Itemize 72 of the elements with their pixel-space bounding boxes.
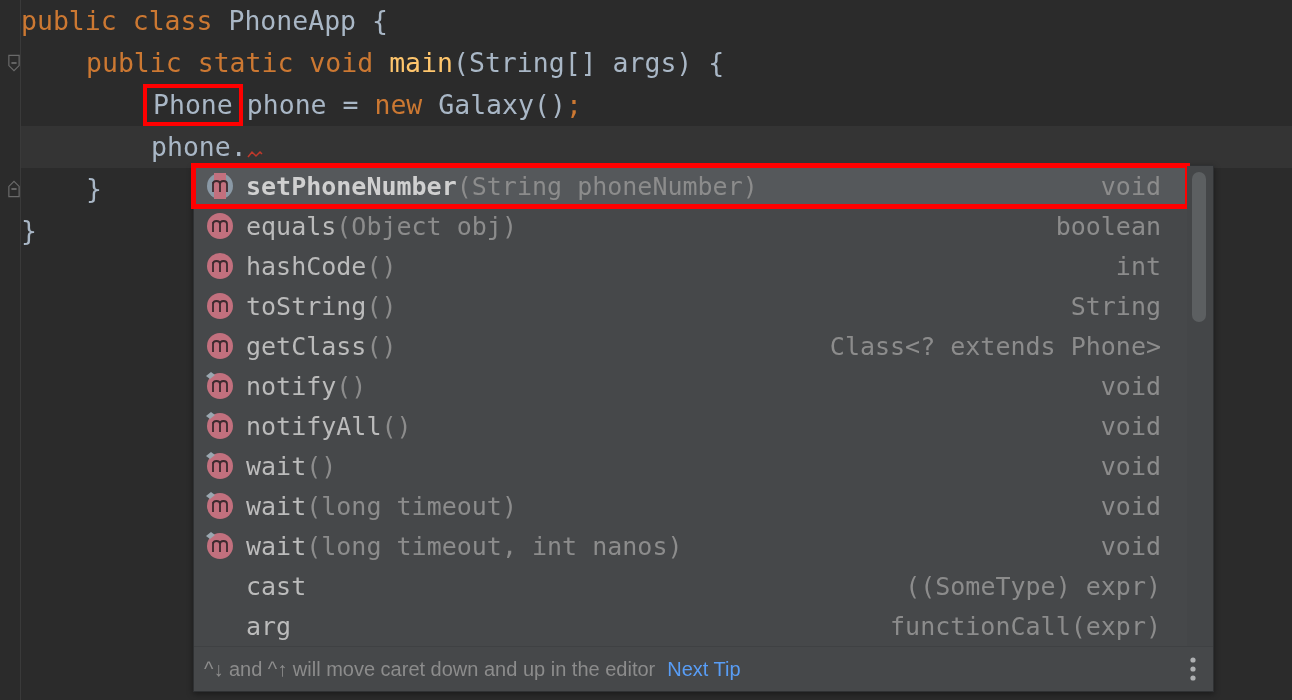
return-type: Class<? extends Phone> xyxy=(829,331,1161,361)
method-icon xyxy=(205,371,235,401)
method-name: equals xyxy=(246,211,337,241)
completion-item[interactable]: arg functionCall(expr) xyxy=(194,606,1187,646)
completion-item[interactable]: cast ((SomeType) expr) xyxy=(194,566,1187,606)
completion-item[interactable]: wait() void xyxy=(194,446,1187,486)
return-type: ((SomeType) expr) xyxy=(905,571,1161,601)
return-type: void xyxy=(1100,531,1161,561)
method-params: (long timeout, int nanos) xyxy=(306,531,683,561)
method-name: cast xyxy=(246,571,307,601)
code-token: main xyxy=(389,46,453,80)
code-token: phone. xyxy=(151,130,247,164)
code-token: Galaxy() xyxy=(438,88,566,122)
completion-item[interactable]: wait(long timeout, int nanos) void xyxy=(194,526,1187,566)
error-squiggle-icon xyxy=(246,150,263,158)
method-icon xyxy=(205,171,235,201)
method-icon xyxy=(205,411,235,441)
return-type: int xyxy=(1115,251,1161,281)
code-token: public static void xyxy=(86,46,375,80)
method-name: toString xyxy=(246,291,367,321)
return-type: void xyxy=(1100,371,1161,401)
tip-text: ^↓ and ^↑ will move caret down and up in the editor xyxy=(204,657,656,681)
method-name: wait xyxy=(246,531,307,561)
method-name: hashCode xyxy=(246,251,367,281)
code-token: phone = xyxy=(246,88,360,122)
method-name: wait xyxy=(246,451,307,481)
method-name: getClass xyxy=(246,331,367,361)
method-params: () xyxy=(381,411,412,441)
next-tip-link[interactable]: Next Tip xyxy=(667,657,741,681)
completion-item[interactable]: equals(Object obj) boolean xyxy=(194,206,1187,246)
method-name: notifyAll xyxy=(246,411,382,441)
completion-item[interactable]: getClass() Class<? extends Phone> xyxy=(194,326,1187,366)
code-token: } xyxy=(86,172,102,206)
method-name: notify xyxy=(246,371,337,401)
method-params: () xyxy=(336,371,367,401)
method-icon xyxy=(205,451,235,481)
method-params: (Object obj) xyxy=(336,211,517,241)
completion-item[interactable]: notifyAll() void xyxy=(194,406,1187,446)
method-icon xyxy=(205,251,235,281)
method-icon xyxy=(205,331,235,361)
completion-item[interactable]: hashCode() int xyxy=(194,246,1187,286)
code-token: public class xyxy=(21,4,214,38)
code-token: PhoneApp { xyxy=(228,4,388,38)
method-icon xyxy=(205,531,235,561)
method-name: setPhoneNumber xyxy=(246,171,457,201)
method-name: wait xyxy=(246,491,307,521)
more-options-icon[interactable] xyxy=(1189,656,1197,682)
return-type: functionCall(expr) xyxy=(890,611,1161,641)
code-token: } xyxy=(21,214,37,248)
method-name: arg xyxy=(246,611,292,641)
method-params: () xyxy=(366,291,397,321)
method-params: () xyxy=(366,251,397,281)
method-icon xyxy=(205,291,235,321)
completion-item[interactable]: toString() String xyxy=(194,286,1187,326)
code-token: (String[] args) { xyxy=(452,46,725,80)
method-params: (long timeout) xyxy=(306,491,517,521)
return-type: void xyxy=(1100,411,1161,441)
completion-item[interactable]: notify() void xyxy=(194,366,1187,406)
return-type: void xyxy=(1100,491,1161,521)
return-type: String xyxy=(1070,291,1161,321)
scrollbar-thumb[interactable] xyxy=(1192,172,1206,322)
return-type: void xyxy=(1100,451,1161,481)
code-token: ; xyxy=(565,88,582,122)
method-icon xyxy=(205,491,235,521)
method-icon xyxy=(205,211,235,241)
completion-item[interactable]: wait(long timeout) void xyxy=(194,486,1187,526)
fold-marker-icon[interactable] xyxy=(8,179,20,199)
method-params: () xyxy=(306,451,337,481)
method-params: () xyxy=(366,331,397,361)
code-token: new xyxy=(374,88,424,122)
return-type: boolean xyxy=(1055,211,1161,241)
fold-marker-icon[interactable] xyxy=(8,53,20,73)
